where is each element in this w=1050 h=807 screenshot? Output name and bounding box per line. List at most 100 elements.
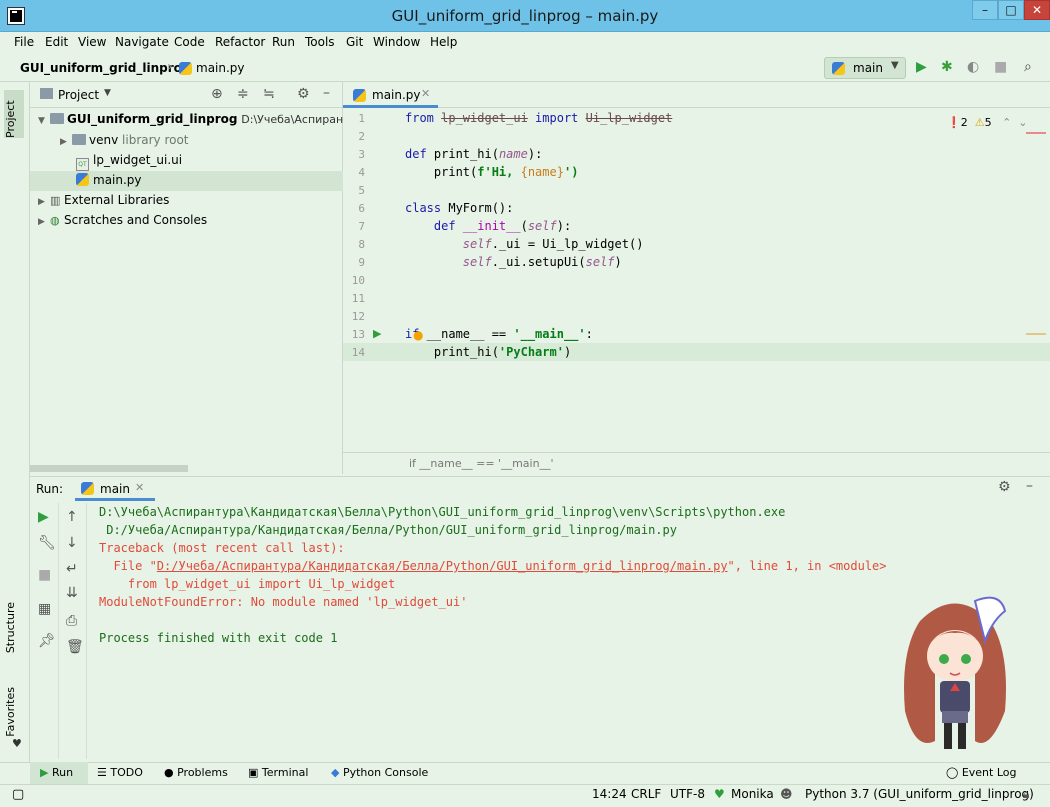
project-view-select[interactable]: Project [58, 88, 99, 102]
code-token: ): [527, 147, 543, 161]
python-console-tool-tab[interactable]: ◆ Python Console [331, 766, 428, 779]
error-count: 2 [960, 116, 968, 129]
tree-item-venv[interactable]: ▶ venv library root [60, 133, 189, 147]
hide-icon[interactable]: – [1026, 478, 1033, 494]
pin-icon[interactable]: 📌︎ [38, 633, 56, 649]
gear-icon[interactable]: ⚙ [297, 86, 310, 102]
tab-label: Run [51, 766, 74, 779]
code-line-6[interactable]: class MyForm(): [405, 201, 513, 215]
scroll-to-end-icon[interactable]: ⇊ [66, 585, 78, 601]
caret-position[interactable]: 14:24 [592, 787, 627, 801]
tree-item-external-libraries[interactable]: ▶ ▥ External Libraries [38, 193, 169, 207]
chevron-down-icon[interactable]: ▼ [104, 88, 111, 98]
code-line-4[interactable]: print(f'Hi, {name}') [405, 165, 579, 179]
tree-item-ui-file[interactable]: QT lp_widget_ui.ui [76, 153, 182, 171]
tree-root[interactable]: ▼ GUI_uniform_grid_linprog D:\Учеба\Аспир… [38, 112, 363, 126]
close-tab-icon[interactable]: ✕ [421, 87, 430, 100]
editor-breadcrumb[interactable]: if __name__ == '__main__' [409, 457, 554, 470]
menu-file[interactable]: File [14, 35, 34, 49]
minimize-button[interactable]: – [972, 0, 998, 20]
locate-icon[interactable]: ⊕ [211, 86, 223, 102]
close-tab-icon[interactable]: ✕ [135, 481, 144, 494]
inspection-summary[interactable]: ❗2 ⚠5 ⌃ ⌄ [947, 116, 1028, 129]
chevron-down-icon[interactable]: ⌄ [1018, 116, 1027, 129]
menu-edit[interactable]: Edit [45, 35, 68, 49]
python-interpreter[interactable]: Python 3.7 (GUI_uniform_grid_linprog) [805, 787, 1034, 801]
hide-icon[interactable]: – [323, 85, 330, 101]
tree-item-scratches[interactable]: ▶ ◍ Scratches and Consoles [38, 213, 207, 227]
stop-icon[interactable]: ■ [38, 567, 51, 583]
print-icon[interactable]: ⎙ [66, 613, 77, 629]
breadcrumb-file[interactable]: main.py [196, 61, 245, 75]
collapse-all-icon[interactable]: ≒ [263, 86, 275, 102]
arrow-up-icon[interactable]: ↑ [66, 509, 78, 525]
soft-wrap-icon[interactable]: ↵ [66, 561, 78, 577]
file-encoding[interactable]: UTF-8 [670, 787, 705, 801]
chevron-up-icon[interactable]: ⌃ [1002, 116, 1011, 129]
toggle-tool-windows-icon[interactable]: ▢ [12, 787, 24, 802]
layout-icon[interactable]: ▦ [38, 601, 51, 617]
lightbulb-icon[interactable]: ● [413, 328, 423, 342]
coverage-icon[interactable]: ◐ [967, 59, 979, 75]
event-log-tool-tab[interactable]: ◯ Event Log [946, 766, 1016, 779]
run-tab-main[interactable]: main ✕ [75, 477, 155, 501]
menu-tools[interactable]: Tools [305, 35, 335, 49]
code-line-8[interactable]: self._ui = Ui_lp_widget() [405, 237, 644, 251]
menu-code[interactable]: Code [174, 35, 205, 49]
expand-all-icon[interactable]: ≑ [237, 86, 249, 102]
run-configuration-label: main [853, 61, 883, 75]
arrow-down-icon[interactable]: ↓ [66, 535, 78, 551]
run-icon[interactable]: ▶ [916, 59, 927, 75]
trash-icon[interactable]: 🗑︎ [66, 639, 84, 655]
tree-item-label: Scratches and Consoles [64, 213, 208, 227]
heart-icon: ♥ [12, 737, 22, 750]
tree-item-main-py[interactable]: main.py [76, 173, 142, 187]
todo-tool-tab[interactable]: ☰ TODO [97, 766, 143, 779]
code-line-14[interactable]: print_hi('PyCharm') [405, 345, 571, 359]
menu-navigate[interactable]: Navigate [115, 35, 169, 49]
wrench-icon[interactable]: 🔧︎ [38, 535, 56, 551]
code-line-3[interactable]: def print_hi(name): [405, 147, 542, 161]
menu-help[interactable]: Help [430, 35, 457, 49]
menu-run[interactable]: Run [272, 35, 295, 49]
breadcrumb-project[interactable]: GUI_uniform_grid_linprog [20, 61, 190, 75]
code-line-1[interactable]: from lp_widget_ui import Ui_lp_widget [405, 111, 672, 125]
menu-git[interactable]: Git [346, 35, 363, 49]
run-gutter-icon[interactable]: ▶ [373, 327, 381, 340]
code-line-7[interactable]: def __init__(self): [405, 219, 571, 233]
horizontal-scrollbar[interactable] [30, 465, 188, 472]
run-configuration-select[interactable]: main ▼ [824, 57, 906, 79]
menu-view[interactable]: View [78, 35, 106, 49]
python-file-icon [353, 89, 366, 102]
editor-tab-main-py[interactable]: main.py ✕ [343, 82, 438, 108]
menu-refactor[interactable]: Refactor [215, 35, 265, 49]
close-button[interactable]: ✕ [1024, 0, 1050, 20]
code-line-9[interactable]: self._ui.setupUi(self) [405, 255, 622, 269]
debug-icon[interactable]: ✱ [941, 59, 953, 75]
python-icon: ◆ [331, 766, 340, 779]
line-separator[interactable]: CRLF [631, 787, 661, 801]
warning-stripe-marker[interactable] [1026, 333, 1046, 335]
code-token: import [527, 111, 586, 125]
maximize-button[interactable]: □ [998, 0, 1024, 20]
list-icon: ☰ [97, 766, 107, 779]
code-token: __name__ == [419, 327, 514, 341]
theme-name[interactable]: Monika [731, 787, 774, 801]
rerun-icon[interactable]: ▶ [38, 509, 49, 525]
gear-icon[interactable]: ⚙ [998, 479, 1011, 495]
error-stripe-marker[interactable] [1026, 132, 1046, 134]
code-line-13[interactable]: if __name__ == '__main__': [405, 327, 593, 341]
console-file-link[interactable]: D:/Учеба/Аспирантура/Кандидатская/Белла/… [157, 559, 728, 573]
lock-icon[interactable]: 🔒︎ [1023, 787, 1029, 802]
project-tool-tab[interactable]: Project [4, 90, 24, 138]
terminal-tool-tab[interactable]: ▣ Terminal [248, 766, 308, 779]
search-icon[interactable]: ⌕ [1024, 59, 1032, 75]
problems-tool-tab[interactable]: ● Problems [164, 766, 228, 779]
favorites-tool-tab[interactable]: Favorites [4, 687, 17, 737]
stop-icon[interactable]: ■ [994, 59, 1007, 75]
structure-tool-tab[interactable]: Structure [4, 602, 17, 653]
code-token: __init__ [462, 219, 521, 233]
menu-window[interactable]: Window [373, 35, 420, 49]
tree-item-label: lp_widget_ui.ui [93, 153, 183, 167]
run-tool-tab[interactable]: ▶ Run [40, 766, 73, 779]
